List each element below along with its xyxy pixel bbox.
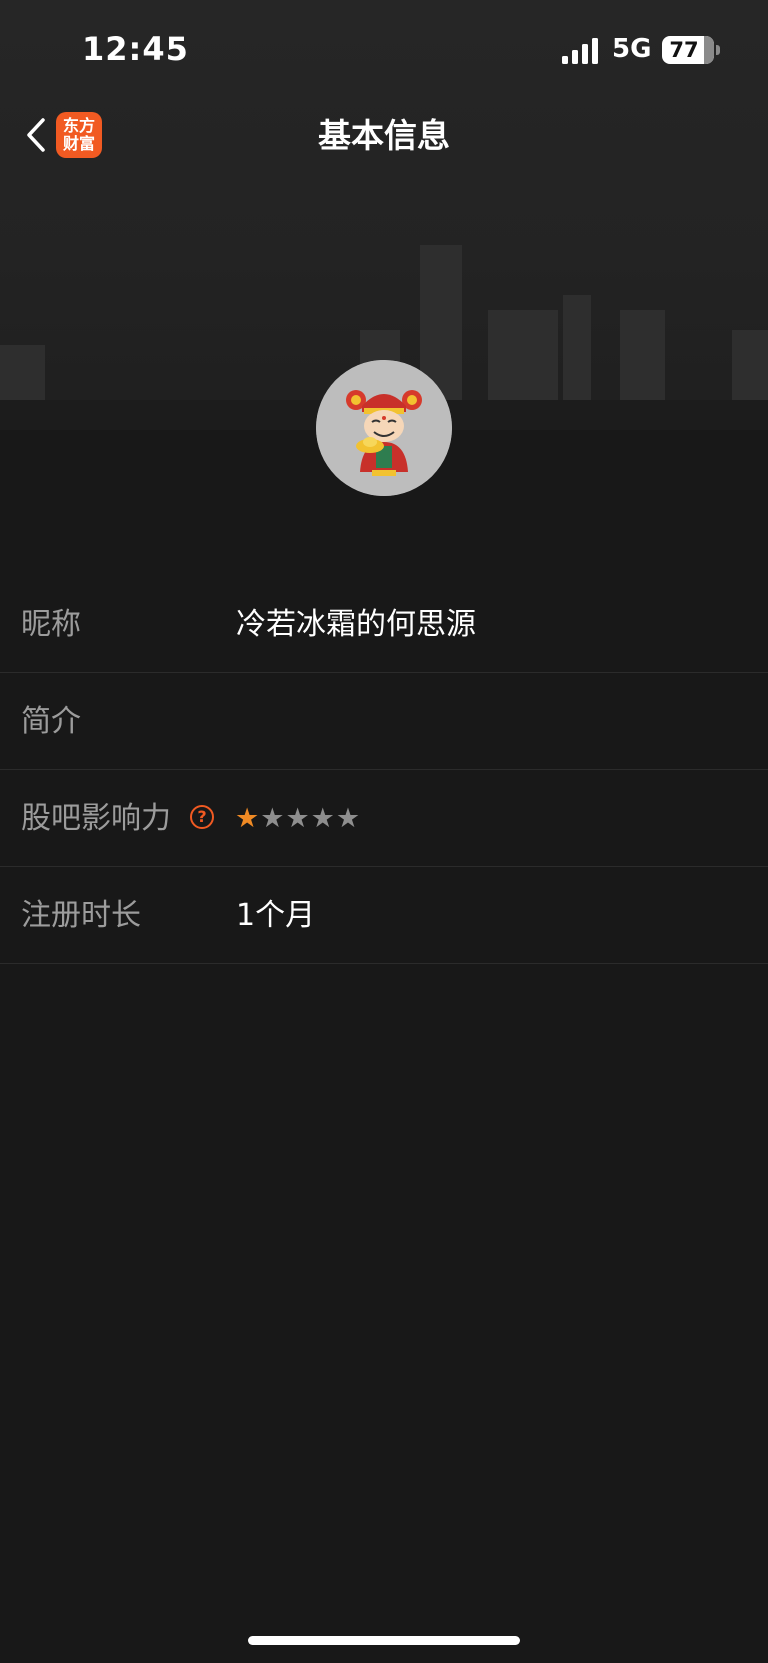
nickname-label: 昵称 — [21, 607, 81, 642]
navigation-bar: 东方 财富 基本信息 — [0, 100, 768, 172]
star-icon: ★ — [335, 803, 362, 834]
battery-icon: 77 — [662, 36, 714, 64]
status-time: 12:45 — [82, 30, 189, 68]
back-button[interactable] — [16, 110, 56, 160]
influence-label: 股吧影响力 — [21, 801, 171, 836]
avatar-illustration — [316, 360, 452, 496]
star-icon: ★ — [285, 803, 311, 834]
battery-level: 77 — [669, 38, 699, 62]
signal-icon — [562, 38, 598, 64]
influence-rating: ★★★★★ — [235, 770, 361, 867]
nickname-value: 冷若冰霜的何思源 — [236, 607, 476, 642]
profile-info-list: 昵称 冷若冰霜的何思源 简介 股吧影响力 ? ★★★★★ 注册时长 1个月 — [0, 576, 768, 964]
star-icon: ★ — [310, 803, 336, 834]
status-bar: 12:45 5G 77 — [0, 0, 768, 100]
influence-row: 股吧影响力 ? ★★★★★ — [0, 770, 768, 867]
registration-row: 注册时长 1个月 — [0, 867, 768, 964]
bio-row: 简介 — [0, 673, 768, 770]
back-arrow-icon — [27, 118, 45, 152]
star-icon: ★ — [260, 803, 286, 834]
app-logo-button[interactable]: 东方 财富 — [56, 112, 102, 158]
logo-text-line1: 东方 — [62, 116, 95, 135]
home-indicator — [248, 1636, 520, 1645]
logo-text-line2: 财富 — [62, 134, 95, 153]
star-icon: ★ — [235, 803, 261, 834]
nickname-row: 昵称 冷若冰霜的何思源 — [0, 576, 768, 673]
registration-value: 1个月 — [236, 898, 316, 933]
help-circle-icon[interactable]: ? — [190, 805, 214, 829]
page-title: 基本信息 — [318, 116, 450, 155]
registration-label: 注册时长 — [21, 898, 141, 933]
avatar[interactable] — [316, 360, 452, 496]
battery-tip — [716, 45, 720, 55]
network-type: 5G — [612, 34, 652, 64]
bio-label: 简介 — [21, 704, 81, 739]
